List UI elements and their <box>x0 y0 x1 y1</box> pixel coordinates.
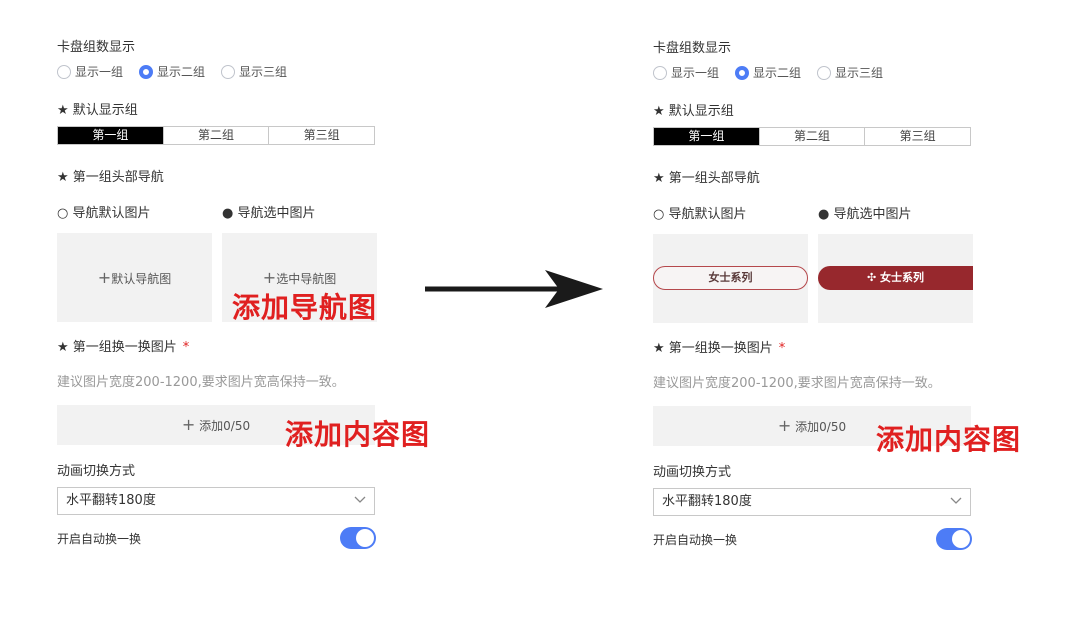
chevron-down-icon <box>354 496 366 503</box>
header-nav-title: ★ 第一组头部导航 <box>653 171 760 186</box>
segment-group-two[interactable]: 第二组 <box>164 127 270 144</box>
animation-select-value: 水平翻转180度 <box>662 494 752 509</box>
annotation-add-content-image-left: 添加内容图 <box>285 418 431 451</box>
radio-label: 显示二组 <box>753 66 802 80</box>
upload-label: 选中导航图 <box>276 272 337 286</box>
plus-icon: + <box>777 416 792 435</box>
size-hint: 建议图片宽度200-1200,要求图片宽高保持一致。 <box>57 375 345 390</box>
radio-label: 显示二组 <box>157 65 206 79</box>
card-group-title: 卡盘组数显示 <box>653 41 732 56</box>
default-group-title: ★ 默认显示组 <box>57 103 138 118</box>
toggle-knob <box>356 529 374 547</box>
nav-default-upload[interactable]: +默认导航图 <box>57 233 212 322</box>
nav-default-image[interactable]: 女士系列 <box>653 234 808 323</box>
radio-show-three[interactable]: 显示三组 <box>221 63 287 80</box>
radio-show-two[interactable]: 显示二组 <box>735 64 801 81</box>
plus-icon: + <box>262 268 277 287</box>
upload-label: 默认导航图 <box>111 272 172 286</box>
animation-select[interactable]: 水平翻转180度 <box>57 487 375 515</box>
nav-default-label: ○ 导航默认图片 <box>57 206 151 221</box>
nav-selected-label: ● 导航选中图片 <box>222 206 316 221</box>
card-group-radio-group: 显示一组 显示二组 显示三组 <box>653 64 899 81</box>
right-panel: 卡盘组数显示 显示一组 显示二组 显示三组 ★ 默认显示组 第一组 第二组 第三… <box>653 0 983 633</box>
radio-show-three[interactable]: 显示三组 <box>817 64 883 81</box>
swap-images-title: ★ 第一组换一换图片 * <box>653 337 785 356</box>
nav-selected-image[interactable]: ✣ 女士系列 <box>818 234 973 323</box>
radio-label: 显示一组 <box>75 65 124 79</box>
auto-swap-label: 开启自动换一换 <box>57 532 142 546</box>
default-group-title: ★ 默认显示组 <box>653 104 734 119</box>
segment-group-one[interactable]: 第一组 <box>58 127 164 144</box>
nav-selected-label: ● 导航选中图片 <box>818 207 912 222</box>
default-group-segmented: 第一组 第二组 第三组 <box>653 127 971 146</box>
annotation-add-content-image-right: 添加内容图 <box>876 423 1022 456</box>
radio-show-two[interactable]: 显示二组 <box>139 63 205 80</box>
size-hint: 建议图片宽度200-1200,要求图片宽高保持一致。 <box>653 376 941 391</box>
required-mark: * <box>182 340 190 355</box>
upload-count-label: 添加0/50 <box>199 419 251 433</box>
auto-swap-label: 开启自动换一换 <box>653 533 738 547</box>
upload-count-label: 添加0/50 <box>795 420 847 434</box>
swap-title-text: ★ 第一组换一换图片 <box>57 340 177 355</box>
segment-group-three[interactable]: 第三组 <box>269 127 374 144</box>
radio-checked-icon <box>139 64 154 79</box>
radio-show-one[interactable]: 显示一组 <box>653 64 719 81</box>
toggle-knob <box>952 530 970 548</box>
nav-default-label: ○ 导航默认图片 <box>653 207 747 222</box>
segment-group-one[interactable]: 第一组 <box>654 128 760 145</box>
annotation-add-nav-image: 添加导航图 <box>232 291 378 324</box>
radio-circle-icon <box>817 65 832 80</box>
animation-title: 动画切换方式 <box>57 464 136 479</box>
swap-images-title: ★ 第一组换一换图片 * <box>57 336 189 355</box>
radio-checked-icon <box>735 65 750 80</box>
radio-label: 显示三组 <box>835 66 884 80</box>
card-group-radio-group: 显示一组 显示二组 显示三组 <box>57 63 303 80</box>
auto-swap-toggle[interactable] <box>340 527 376 549</box>
swap-title-text: ★ 第一组换一换图片 <box>653 341 773 356</box>
radio-circle-icon <box>221 64 236 79</box>
card-group-title: 卡盘组数显示 <box>57 40 136 55</box>
plus-icon: + <box>181 415 196 434</box>
segment-group-three[interactable]: 第三组 <box>865 128 970 145</box>
plus-icon: + <box>97 268 112 287</box>
segment-group-two[interactable]: 第二组 <box>760 128 866 145</box>
animation-select-value: 水平翻转180度 <box>66 493 156 508</box>
header-nav-title: ★ 第一组头部导航 <box>57 170 164 185</box>
radio-show-one[interactable]: 显示一组 <box>57 63 123 80</box>
arrow-right-icon <box>425 270 603 308</box>
animation-title: 动画切换方式 <box>653 465 732 480</box>
chevron-down-icon <box>950 497 962 504</box>
radio-label: 显示三组 <box>239 65 288 79</box>
default-group-segmented: 第一组 第二组 第三组 <box>57 126 375 145</box>
radio-label: 显示一组 <box>671 66 720 80</box>
nav-selected-pill: ✣ 女士系列 <box>818 266 973 290</box>
nav-default-pill: 女士系列 <box>653 266 808 290</box>
auto-swap-toggle[interactable] <box>936 528 972 550</box>
required-mark: * <box>778 341 786 356</box>
radio-circle-icon <box>653 65 667 80</box>
animation-select[interactable]: 水平翻转180度 <box>653 488 971 516</box>
radio-circle-icon <box>57 64 71 79</box>
